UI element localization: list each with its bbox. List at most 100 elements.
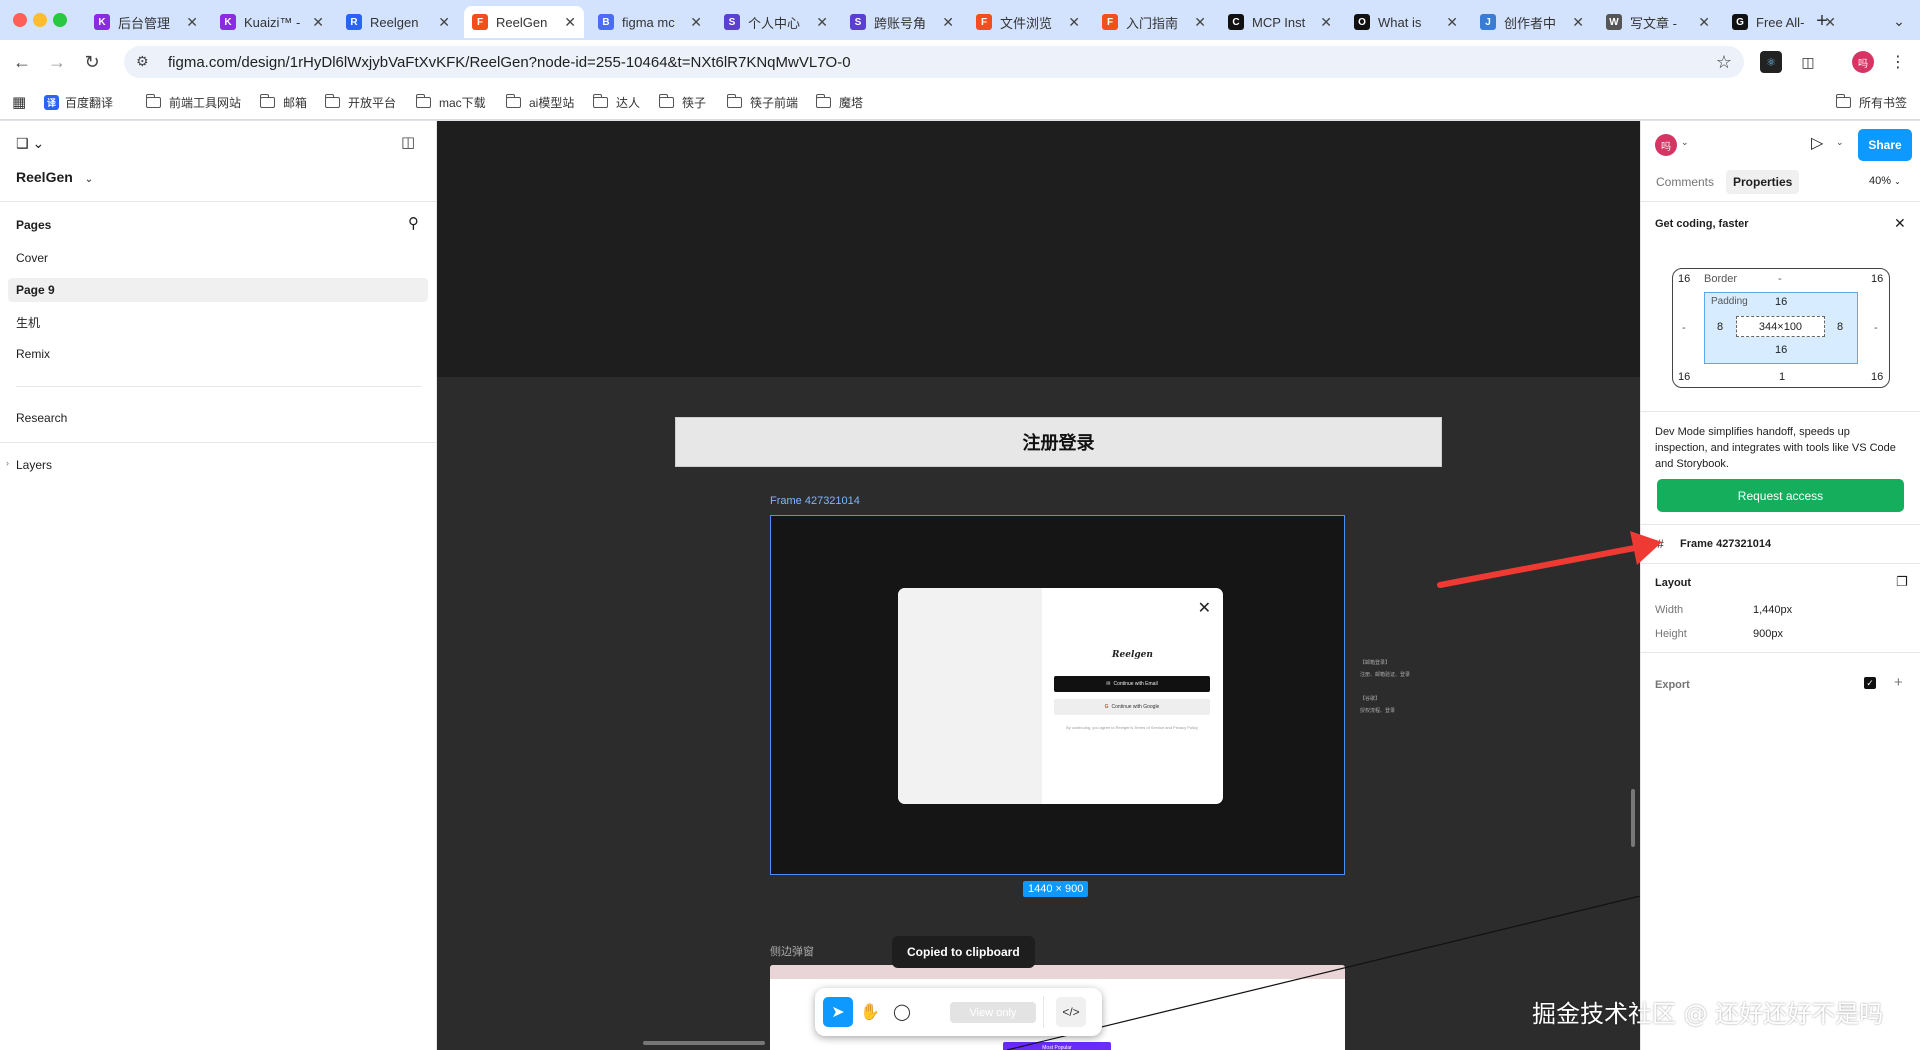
reload-icon[interactable]: ↻ [80, 50, 104, 74]
close-icon[interactable]: ✕ [1894, 215, 1906, 232]
close-tab-icon[interactable]: ✕ [942, 14, 954, 31]
page-item-remix[interactable]: Remix [8, 342, 428, 366]
dev-mode-code-icon[interactable]: </> [1056, 997, 1086, 1027]
browser-menu-icon[interactable]: ⋮ [1887, 51, 1909, 73]
all-bookmarks[interactable]: 所有书签 [1835, 93, 1907, 111]
bookmark-folder[interactable]: 邮箱 [259, 93, 307, 111]
bookmark-folder[interactable]: 魔塔 [815, 93, 863, 111]
selected-frame[interactable]: ✕ Reelgen ✉ Continue with Email G Continue… [770, 515, 1345, 875]
extensions-puzzle-icon[interactable]: ◫ [1797, 51, 1819, 73]
browser-tab[interactable]: K 后台管理 ✕ [86, 6, 206, 38]
close-tab-icon[interactable]: ✕ [690, 14, 702, 31]
browser-tab[interactable]: W 写文章 - ✕ [1598, 6, 1718, 38]
browser-tab[interactable]: F 入门指南 ✕ [1094, 6, 1214, 38]
request-access-button[interactable]: Request access [1657, 479, 1904, 512]
tab-search-chevron-icon[interactable]: ⌄ [1886, 8, 1912, 34]
zoom-level[interactable]: 40% ⌄ [1869, 175, 1901, 187]
url-text[interactable]: figma.com/design/1rHyDl6lWxjybVaFtXvKFK/… [168, 54, 851, 71]
address-bar[interactable]: ⚙ figma.com/design/1rHyDl6lWxjybVaFtXvKF… [124, 46, 1744, 78]
hand-tool-icon[interactable]: ✋ [855, 997, 885, 1027]
frame-label[interactable]: Frame 427321014 [770, 495, 860, 507]
close-tab-icon[interactable]: ✕ [1572, 14, 1584, 31]
login-modal[interactable]: ✕ Reelgen ✉ Continue with Email G Continue… [898, 588, 1223, 804]
bookmark-folder[interactable]: 达人 [592, 93, 640, 111]
move-tool-icon[interactable]: ➤ [823, 997, 853, 1027]
section-banner[interactable]: 注册登录 [675, 417, 1442, 467]
layers-heading[interactable]: Layers [16, 458, 52, 472]
back-arrow-icon[interactable]: ← [10, 50, 34, 74]
toggle-sidebar-icon[interactable]: ◫ [401, 133, 415, 151]
divider [1641, 652, 1920, 653]
close-tab-icon[interactable]: ✕ [312, 14, 324, 31]
close-tab-icon[interactable]: ✕ [1194, 14, 1206, 31]
chevron-down-icon[interactable]: ⌄ [1836, 137, 1844, 148]
close-tab-icon[interactable]: ✕ [1446, 14, 1458, 31]
tab-label: Reelgen [370, 14, 419, 30]
close-icon[interactable]: ✕ [1198, 598, 1211, 618]
present-play-icon[interactable]: ▷ [1811, 133, 1823, 153]
chevron-right-icon[interactable]: › [6, 458, 9, 468]
bookmark-folder[interactable]: 前端工具网站 [145, 93, 241, 111]
vertical-scrollbar[interactable] [1631, 789, 1635, 847]
page-item-shengji[interactable]: 生机 [8, 310, 428, 334]
react-devtools-icon[interactable]: ⚛ [1760, 51, 1782, 73]
continue-email-button[interactable]: ✉ Continue with Email [1054, 676, 1210, 692]
close-tab-icon[interactable]: ✕ [186, 14, 198, 31]
page-item-research[interactable]: Research [8, 406, 428, 430]
bookmark-folder[interactable]: 筷子前端 [726, 93, 798, 111]
page-item-page-9[interactable]: Page 9 [8, 278, 428, 302]
user-avatar[interactable]: 吗 [1655, 134, 1677, 156]
watermark-text: 掘金技术社区 @ 还好还好不是吗 [1532, 1000, 1884, 1028]
horizontal-scrollbar[interactable] [643, 1041, 765, 1045]
figma-main-menu-icon[interactable]: ❑ ⌄ [16, 135, 44, 152]
browser-tab[interactable]: K Kuaizi™ - ✕ [212, 6, 332, 38]
tab-label: MCP Inst [1252, 14, 1306, 30]
browser-tab[interactable]: F ReelGen ✕ [464, 6, 584, 38]
share-button[interactable]: Share [1858, 129, 1912, 161]
close-tab-icon[interactable]: ✕ [1320, 14, 1332, 31]
browser-tab[interactable]: O What is ✕ [1346, 6, 1466, 38]
promo-text: Dev Mode simplifies handoff, speeds up i… [1655, 426, 1896, 470]
page-item-cover[interactable]: Cover [8, 246, 428, 270]
tab-comments[interactable]: Comments [1649, 170, 1721, 194]
site-settings-icon[interactable]: ⚙ [136, 53, 154, 71]
search-icon[interactable]: ⚲ [408, 214, 419, 232]
bookmark-baidu-fanyi[interactable]: 译 百度翻译 [44, 93, 113, 111]
close-window-button[interactable] [13, 13, 27, 27]
new-tab-button[interactable]: + [1809, 8, 1835, 34]
close-tab-icon[interactable]: ✕ [1698, 14, 1710, 31]
close-tab-icon[interactable]: ✕ [816, 14, 828, 31]
bookmark-folder[interactable]: 筷子 [658, 93, 706, 111]
browser-tab[interactable]: S 跨账号角 ✕ [842, 6, 962, 38]
file-name[interactable]: ReelGen ⌄ [16, 169, 93, 185]
close-tab-icon[interactable]: ✕ [1068, 14, 1080, 31]
browser-tab[interactable]: R Reelgen ✕ [338, 6, 458, 38]
browser-tab[interactable]: Bfigma mc ✕ [590, 6, 710, 38]
copy-icon[interactable]: ❐ [1896, 574, 1908, 590]
minimize-window-button[interactable] [33, 13, 47, 27]
forward-arrow-icon[interactable]: → [45, 50, 69, 74]
height-value[interactable]: 900px [1753, 628, 1783, 640]
bookmark-folder[interactable]: ai模型站 [505, 93, 574, 111]
browser-tab[interactable]: J 创作者中 ✕ [1472, 6, 1592, 38]
bookmark-folder[interactable]: mac下载 [415, 93, 486, 111]
browser-tab[interactable]: S 个人中心 ✕ [716, 6, 836, 38]
second-frame-label[interactable]: 侧边弹窗 [770, 943, 814, 959]
browser-tab[interactable]: F 文件浏览 ✕ [968, 6, 1088, 38]
add-export-plus-icon[interactable]: + [1894, 674, 1903, 691]
maximize-window-button[interactable] [53, 13, 67, 27]
export-settings-icon[interactable]: ✓ [1864, 677, 1876, 689]
comment-tool-icon[interactable]: ◯ [887, 997, 917, 1027]
tab-properties[interactable]: Properties [1726, 170, 1800, 194]
chevron-down-icon[interactable]: ⌄ [1681, 137, 1689, 148]
continue-google-button[interactable]: G Continue with Google [1054, 699, 1210, 715]
browser-tab[interactable]: C MCP Inst ✕ [1220, 6, 1340, 38]
bookmark-folder[interactable]: 开放平台 [324, 93, 396, 111]
close-tab-icon[interactable]: ✕ [564, 14, 576, 31]
close-tab-icon[interactable]: ✕ [438, 14, 450, 31]
profile-avatar[interactable]: 吗 [1852, 51, 1874, 73]
bookmark-star-icon[interactable]: ☆ [1716, 52, 1732, 73]
tab-label: What is [1378, 14, 1422, 30]
apps-grid-icon[interactable]: ▦ [12, 93, 26, 111]
width-value[interactable]: 1,440px [1753, 604, 1792, 616]
